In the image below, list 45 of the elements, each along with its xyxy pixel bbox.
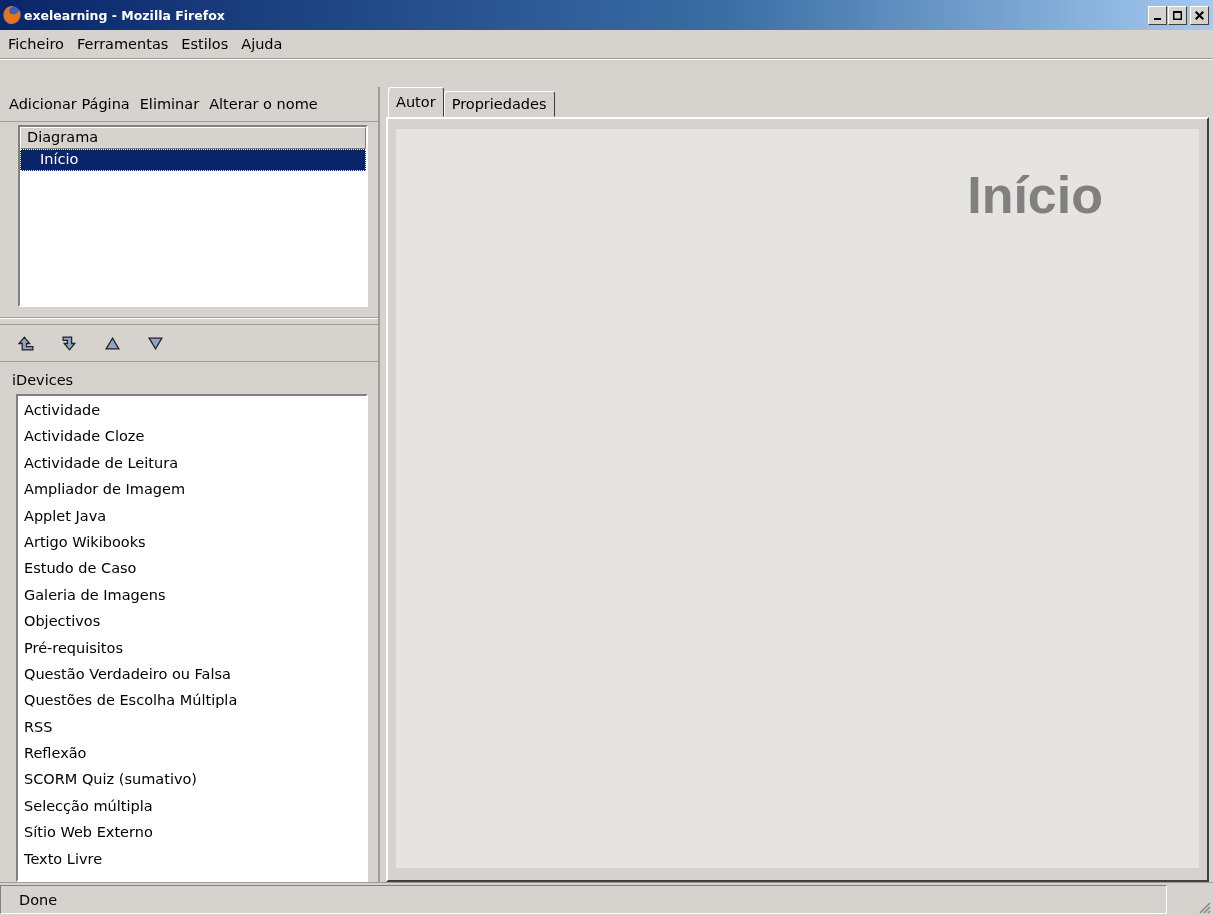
toolbar-button[interactable]: Alterar o nome [204,96,323,112]
status-text: Done [0,885,1167,914]
tree-item[interactable]: Início [20,149,366,171]
list-item[interactable]: Reflexão [18,740,366,767]
resize-grip-icon[interactable] [1197,900,1211,914]
maximize-button[interactable] [1168,5,1187,25]
minimize-icon [1154,17,1161,20]
menu-item[interactable]: Ajuda [236,36,291,52]
list-item[interactable]: Pré-requisitos [18,634,366,661]
browser-logo-icon [2,5,22,25]
list-item[interactable]: Estudo de Caso [18,555,366,582]
list-item[interactable]: Objectivos [18,608,366,635]
tab[interactable]: Autor [388,87,444,117]
list-item[interactable]: Selecção múltipla [18,792,366,820]
up-triangle-icon[interactable] [104,334,121,352]
window-title: exelearning - Mozilla Firefox [24,7,226,23]
maximize-icon [1173,10,1182,20]
toolbar-button[interactable]: Adicionar Página [4,96,135,112]
minimize-button[interactable] [1148,5,1167,25]
list-item[interactable]: Galeria de Imagens [18,581,366,609]
list-item[interactable]: Applet Java [18,502,366,529]
demote-arrow-icon[interactable] [61,334,78,352]
list-item[interactable]: RSS [18,713,366,741]
close-icon [1195,10,1204,20]
tab[interactable]: Propriedades [443,91,555,117]
list-item[interactable]: SCORM Quiz (sumativo) [18,766,366,793]
menu-item[interactable]: Ficheiro [3,36,72,52]
list-item[interactable]: Artigo Wikibooks [18,528,366,556]
toolbar-button[interactable]: Eliminar [134,96,205,112]
promote-arrow-icon[interactable] [18,334,35,352]
list-item[interactable]: Ampliador de Imagem [18,476,366,503]
splitter[interactable] [0,317,378,325]
list-item[interactable]: Actividade [18,397,366,424]
list-item[interactable]: Texto Livre [18,845,366,873]
menu-item[interactable]: Estilos [176,36,237,52]
column-header: Diagrama [20,127,366,149]
list-item[interactable]: Actividade de Leitura [18,449,366,477]
menu-item[interactable]: Ferramentas [71,36,177,52]
list-item[interactable]: Questão Verdadeiro ou Falsa [18,660,366,688]
page-title: Início [967,165,1103,225]
list-item[interactable]: Sítio Web Externo [18,819,366,846]
close-button[interactable] [1190,5,1209,25]
list-item[interactable]: Questões de Escolha Múltipla [18,687,366,714]
list-item[interactable]: Actividade Cloze [18,423,366,450]
section-label: iDevices [11,371,75,390]
